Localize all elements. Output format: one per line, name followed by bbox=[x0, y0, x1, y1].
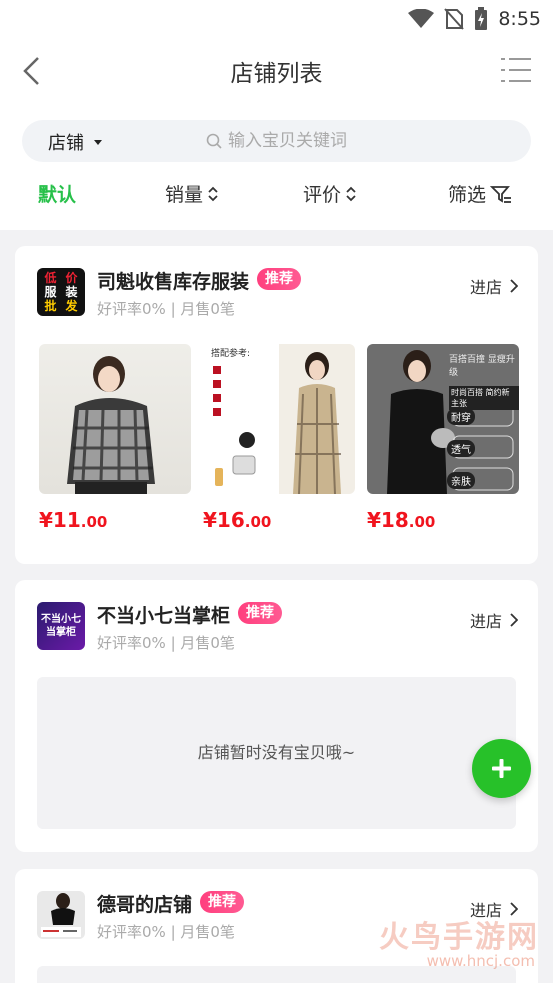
logo-char: 价 bbox=[65, 271, 78, 285]
shop-stats: 好评率0% | 月售0笔 bbox=[97, 923, 235, 941]
price-integer: 16 bbox=[216, 508, 245, 532]
shop-card: 低 价 服 装 批 发 司魁收售库存服装 推荐 好评率0% | 月售0笔 进店 bbox=[15, 246, 538, 564]
product-item[interactable]: 百搭百撞 显瘦升级 时尚百搭 简约新主张 耐穿 透气 亲肤 ¥18.00 bbox=[367, 344, 519, 532]
product-item[interactable]: 搭配参考: ¥16.00 bbox=[203, 344, 355, 532]
price-symbol: ¥ bbox=[39, 508, 53, 532]
product-image[interactable]: 搭配参考: bbox=[203, 344, 355, 494]
search-area: 店铺 默认 销量 评价 筛选 bbox=[0, 102, 553, 230]
shop-stats: 好评率0% | 月售0笔 bbox=[97, 300, 235, 318]
product-list: ¥11.00 搭配参考: ¥16.00 百搭百撞 显瘦升级 时尚百搭 简约新主张… bbox=[39, 344, 519, 532]
no-sim-icon bbox=[444, 8, 465, 30]
shop-stats: 好评率0% | 月售0笔 bbox=[97, 634, 235, 652]
chevron-right-icon bbox=[510, 613, 518, 627]
shop-card: 不当小七 当掌柜 不当小七当掌柜 推荐 好评率0% | 月售0笔 进店 店铺暂时… bbox=[15, 580, 538, 852]
price-integer: 18 bbox=[380, 508, 409, 532]
logo-char: 发 bbox=[65, 299, 78, 313]
status-icons: 8:55 bbox=[408, 7, 541, 31]
plus-icon bbox=[492, 759, 511, 778]
search-box: 店铺 bbox=[22, 120, 531, 162]
enter-shop-label: 进店 bbox=[469, 612, 502, 631]
sort-arrows-icon bbox=[208, 186, 218, 201]
price-decimal: .00 bbox=[408, 513, 436, 531]
price-symbol: ¥ bbox=[203, 508, 217, 532]
product-price: ¥16.00 bbox=[203, 508, 355, 532]
product-image-caption: 百搭百撞 显瘦升级 bbox=[449, 355, 515, 378]
shop-name[interactable]: 不当小七当掌柜 bbox=[97, 601, 230, 628]
product-feature-tag: 耐穿 bbox=[447, 408, 475, 425]
sort-tab-default[interactable]: 默认 bbox=[38, 180, 76, 207]
product-feature-tag: 透气 bbox=[447, 440, 475, 457]
watermark-logo: 火鸟手游网 bbox=[379, 920, 539, 955]
sort-row: 默认 销量 评价 筛选 bbox=[0, 176, 553, 208]
enter-shop-label: 进店 bbox=[469, 278, 502, 297]
product-price: ¥18.00 bbox=[367, 508, 519, 532]
price-symbol: ¥ bbox=[367, 508, 381, 532]
logo-char: 服 bbox=[44, 285, 57, 299]
sort-tab-rating[interactable]: 评价 bbox=[303, 180, 357, 207]
list-menu-icon[interactable] bbox=[501, 56, 531, 84]
recommend-badge: 推荐 bbox=[200, 891, 244, 913]
enter-shop-button[interactable]: 进店 bbox=[470, 274, 518, 298]
shop-logo: 不当小七 当掌柜 bbox=[37, 602, 85, 650]
page-title: 店铺列表 bbox=[230, 61, 323, 87]
shop-name[interactable]: 德哥的店铺 bbox=[97, 890, 192, 917]
product-feature-tag: 亲肤 bbox=[447, 472, 475, 489]
battery-charging-icon bbox=[475, 7, 488, 30]
product-price: ¥11.00 bbox=[39, 508, 191, 532]
search-type-dropdown[interactable]: 店铺 bbox=[48, 129, 102, 155]
sort-tab-label: 筛选 bbox=[448, 184, 487, 206]
search-input[interactable] bbox=[228, 128, 508, 154]
logo-char: 装 bbox=[65, 285, 78, 299]
sort-arrows-icon bbox=[346, 186, 356, 201]
logo-char: 批 bbox=[44, 299, 57, 313]
sort-tab-sales[interactable]: 销量 bbox=[165, 180, 219, 207]
chevron-right-icon bbox=[510, 279, 518, 293]
product-image[interactable]: 百搭百撞 显瘦升级 时尚百搭 简约新主张 耐穿 透气 亲肤 bbox=[367, 344, 519, 494]
price-integer: 11 bbox=[52, 508, 81, 532]
shop-logo: 低 价 服 装 批 发 bbox=[37, 268, 85, 316]
header: 店铺列表 bbox=[0, 40, 553, 102]
add-button[interactable] bbox=[472, 739, 531, 798]
price-decimal: .00 bbox=[80, 513, 108, 531]
price-decimal: .00 bbox=[244, 513, 272, 531]
watermark-url: www.hncj.com bbox=[426, 952, 535, 970]
sort-tab-label: 默认 bbox=[38, 184, 77, 206]
shop-logo bbox=[37, 891, 85, 939]
search-type-label: 店铺 bbox=[48, 133, 84, 154]
product-image[interactable] bbox=[39, 344, 191, 494]
product-item[interactable]: ¥11.00 bbox=[39, 344, 191, 532]
logo-line: 不当小七 bbox=[41, 614, 81, 625]
wifi-icon bbox=[408, 9, 435, 28]
logo-char: 低 bbox=[44, 271, 57, 285]
recommend-badge: 推荐 bbox=[257, 268, 301, 290]
recommend-badge: 推荐 bbox=[238, 602, 282, 624]
shop-name[interactable]: 司魁收售库存服装 bbox=[97, 267, 249, 294]
status-bar: 8:55 bbox=[0, 0, 553, 40]
sort-tab-label: 销量 bbox=[165, 184, 204, 206]
enter-shop-button[interactable]: 进店 bbox=[470, 608, 518, 632]
search-icon bbox=[206, 133, 222, 149]
sort-tab-filter[interactable]: 筛选 bbox=[448, 180, 512, 207]
sort-tab-label: 评价 bbox=[303, 184, 342, 206]
status-time: 8:55 bbox=[498, 8, 541, 30]
product-image-caption: 时尚百搭 简约新主张 bbox=[449, 386, 519, 410]
logo-line: 当掌柜 bbox=[46, 627, 76, 638]
caret-down-icon bbox=[94, 139, 102, 145]
empty-products-box: 店铺暂时没有宝贝哦~ bbox=[37, 677, 516, 829]
product-image-caption: 搭配参考: bbox=[211, 349, 251, 359]
filter-icon bbox=[490, 185, 512, 203]
